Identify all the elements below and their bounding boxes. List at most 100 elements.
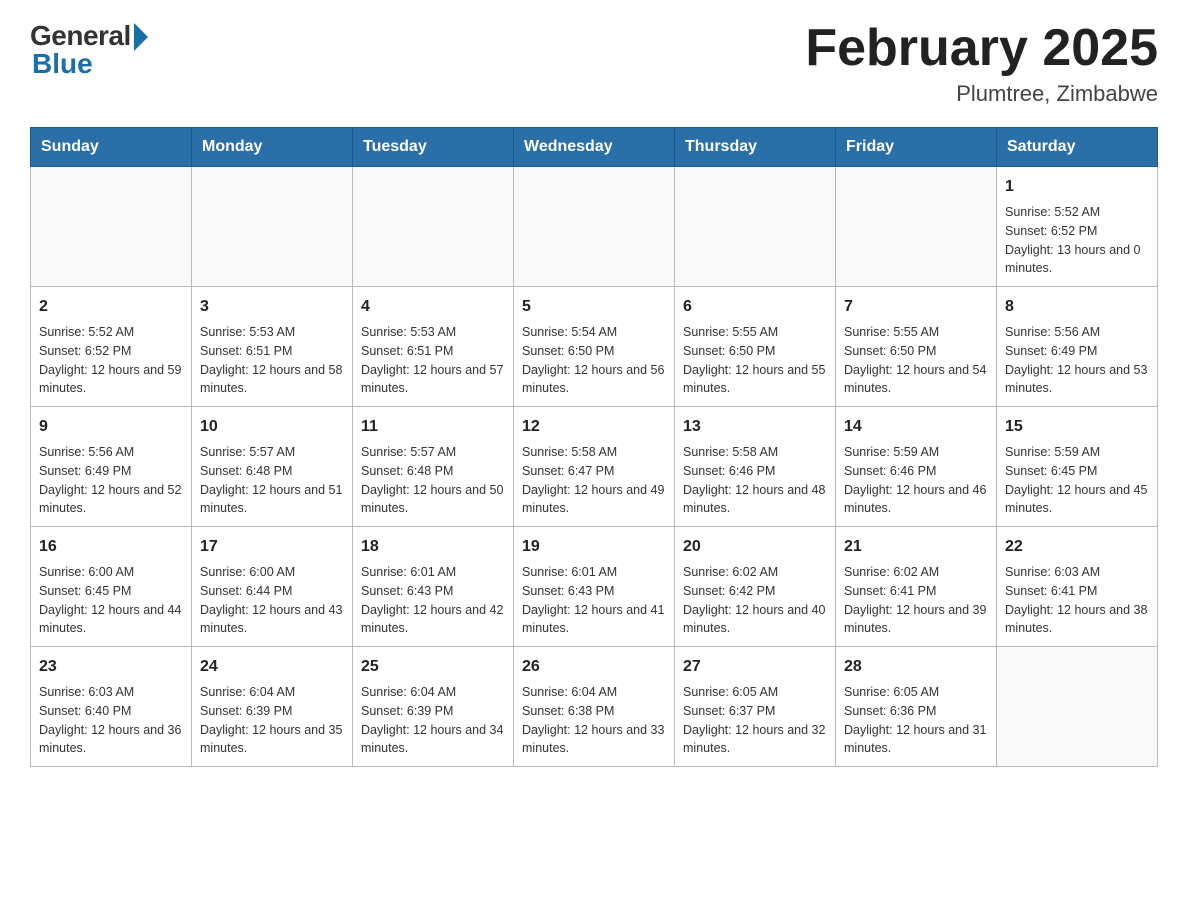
day-info: Sunrise: 6:03 AMSunset: 6:40 PMDaylight:…	[39, 683, 183, 758]
calendar-cell	[836, 167, 997, 287]
calendar-cell	[675, 167, 836, 287]
day-number: 10	[200, 415, 344, 439]
day-number: 1	[1005, 175, 1149, 199]
calendar-cell: 6 Sunrise: 5:55 AMSunset: 6:50 PMDaylight…	[675, 287, 836, 407]
day-number: 25	[361, 655, 505, 679]
logo-blue-text: Blue	[30, 48, 93, 80]
day-number: 13	[683, 415, 827, 439]
calendar-cell: 4 Sunrise: 5:53 AMSunset: 6:51 PMDaylight…	[353, 287, 514, 407]
day-info: Sunrise: 5:55 AMSunset: 6:50 PMDaylight:…	[683, 323, 827, 398]
logo-arrow-icon	[134, 23, 148, 51]
day-number: 21	[844, 535, 988, 559]
day-info: Sunrise: 5:57 AMSunset: 6:48 PMDaylight:…	[200, 443, 344, 518]
day-info: Sunrise: 6:04 AMSunset: 6:39 PMDaylight:…	[200, 683, 344, 758]
day-info: Sunrise: 6:00 AMSunset: 6:44 PMDaylight:…	[200, 563, 344, 638]
day-number: 18	[361, 535, 505, 559]
day-number: 19	[522, 535, 666, 559]
calendar-cell: 2 Sunrise: 5:52 AMSunset: 6:52 PMDaylight…	[31, 287, 192, 407]
calendar-cell: 1 Sunrise: 5:52 AMSunset: 6:52 PMDaylight…	[997, 167, 1158, 287]
calendar-cell: 8 Sunrise: 5:56 AMSunset: 6:49 PMDaylight…	[997, 287, 1158, 407]
day-number: 2	[39, 295, 183, 319]
day-info: Sunrise: 5:59 AMSunset: 6:45 PMDaylight:…	[1005, 443, 1149, 518]
calendar-cell: 19 Sunrise: 6:01 AMSunset: 6:43 PMDayligh…	[514, 527, 675, 647]
calendar-week-5: 23Sunrise: 6:03 AMSunset: 6:40 PMDayligh…	[31, 647, 1158, 767]
day-number: 26	[522, 655, 666, 679]
calendar-cell: 14Sunrise: 5:59 AMSunset: 6:46 PMDayligh…	[836, 407, 997, 527]
calendar-cell: 24 Sunrise: 6:04 AMSunset: 6:39 PMDayligh…	[192, 647, 353, 767]
day-number: 9	[39, 415, 183, 439]
col-sunday: Sunday	[31, 128, 192, 167]
day-info: Sunrise: 5:52 AMSunset: 6:52 PMDaylight:…	[39, 323, 183, 398]
calendar-cell: 20 Sunrise: 6:02 AMSunset: 6:42 PMDayligh…	[675, 527, 836, 647]
col-saturday: Saturday	[997, 128, 1158, 167]
calendar-cell: 21 Sunrise: 6:02 AMSunset: 6:41 PMDayligh…	[836, 527, 997, 647]
day-info: Sunrise: 6:04 AMSunset: 6:38 PMDaylight:…	[522, 683, 666, 758]
day-info: Sunrise: 6:05 AMSunset: 6:37 PMDaylight:…	[683, 683, 827, 758]
day-info: Sunrise: 5:56 AMSunset: 6:49 PMDaylight:…	[1005, 323, 1149, 398]
day-number: 11	[361, 415, 505, 439]
day-info: Sunrise: 6:03 AMSunset: 6:41 PMDaylight:…	[1005, 563, 1149, 638]
calendar-cell: 23Sunrise: 6:03 AMSunset: 6:40 PMDayligh…	[31, 647, 192, 767]
col-tuesday: Tuesday	[353, 128, 514, 167]
col-friday: Friday	[836, 128, 997, 167]
calendar-cell: 17 Sunrise: 6:00 AMSunset: 6:44 PMDayligh…	[192, 527, 353, 647]
calendar-cell	[31, 167, 192, 287]
calendar-cell: 25 Sunrise: 6:04 AMSunset: 6:39 PMDayligh…	[353, 647, 514, 767]
title-block: February 2025 Plumtree, Zimbabwe	[805, 20, 1158, 107]
day-info: Sunrise: 6:01 AMSunset: 6:43 PMDaylight:…	[522, 563, 666, 638]
day-number: 12	[522, 415, 666, 439]
calendar-cell: 5 Sunrise: 5:54 AMSunset: 6:50 PMDaylight…	[514, 287, 675, 407]
calendar-cell: 3Sunrise: 5:53 AMSunset: 6:51 PMDaylight…	[192, 287, 353, 407]
day-number: 17	[200, 535, 344, 559]
page-header: General Blue February 2025 Plumtree, Zim…	[30, 20, 1158, 107]
day-number: 20	[683, 535, 827, 559]
day-info: Sunrise: 5:58 AMSunset: 6:47 PMDaylight:…	[522, 443, 666, 518]
day-number: 14	[844, 415, 988, 439]
day-info: Sunrise: 6:05 AMSunset: 6:36 PMDaylight:…	[844, 683, 988, 758]
day-number: 28	[844, 655, 988, 679]
calendar-week-1: 1 Sunrise: 5:52 AMSunset: 6:52 PMDaylight…	[31, 167, 1158, 287]
calendar-cell: 15 Sunrise: 5:59 AMSunset: 6:45 PMDayligh…	[997, 407, 1158, 527]
calendar-cell: 12 Sunrise: 5:58 AMSunset: 6:47 PMDayligh…	[514, 407, 675, 527]
day-info: Sunrise: 5:52 AMSunset: 6:52 PMDaylight:…	[1005, 203, 1149, 278]
day-info: Sunrise: 6:00 AMSunset: 6:45 PMDaylight:…	[39, 563, 183, 638]
col-thursday: Thursday	[675, 128, 836, 167]
calendar-subtitle: Plumtree, Zimbabwe	[805, 81, 1158, 107]
calendar-cell	[997, 647, 1158, 767]
calendar-cell	[192, 167, 353, 287]
calendar-week-3: 9 Sunrise: 5:56 AMSunset: 6:49 PMDaylight…	[31, 407, 1158, 527]
calendar-cell: 26 Sunrise: 6:04 AMSunset: 6:38 PMDayligh…	[514, 647, 675, 767]
calendar-week-2: 2 Sunrise: 5:52 AMSunset: 6:52 PMDaylight…	[31, 287, 1158, 407]
day-info: Sunrise: 6:02 AMSunset: 6:42 PMDaylight:…	[683, 563, 827, 638]
calendar-cell: 9 Sunrise: 5:56 AMSunset: 6:49 PMDaylight…	[31, 407, 192, 527]
day-info: Sunrise: 5:56 AMSunset: 6:49 PMDaylight:…	[39, 443, 183, 518]
day-number: 15	[1005, 415, 1149, 439]
day-number: 5	[522, 295, 666, 319]
calendar-cell: 27Sunrise: 6:05 AMSunset: 6:37 PMDayligh…	[675, 647, 836, 767]
day-info: Sunrise: 6:01 AMSunset: 6:43 PMDaylight:…	[361, 563, 505, 638]
calendar-cell: 7 Sunrise: 5:55 AMSunset: 6:50 PMDaylight…	[836, 287, 997, 407]
col-wednesday: Wednesday	[514, 128, 675, 167]
day-info: Sunrise: 5:54 AMSunset: 6:50 PMDaylight:…	[522, 323, 666, 398]
day-number: 6	[683, 295, 827, 319]
day-info: Sunrise: 5:53 AMSunset: 6:51 PMDaylight:…	[361, 323, 505, 398]
day-info: Sunrise: 5:57 AMSunset: 6:48 PMDaylight:…	[361, 443, 505, 518]
calendar-cell: 22 Sunrise: 6:03 AMSunset: 6:41 PMDayligh…	[997, 527, 1158, 647]
day-number: 22	[1005, 535, 1149, 559]
calendar-table: Sunday Monday Tuesday Wednesday Thursday…	[30, 127, 1158, 767]
day-number: 24	[200, 655, 344, 679]
calendar-cell: 13 Sunrise: 5:58 AMSunset: 6:46 PMDayligh…	[675, 407, 836, 527]
day-info: Sunrise: 6:04 AMSunset: 6:39 PMDaylight:…	[361, 683, 505, 758]
col-monday: Monday	[192, 128, 353, 167]
day-number: 4	[361, 295, 505, 319]
day-number: 16	[39, 535, 183, 559]
calendar-cell: 18 Sunrise: 6:01 AMSunset: 6:43 PMDayligh…	[353, 527, 514, 647]
day-info: Sunrise: 5:55 AMSunset: 6:50 PMDaylight:…	[844, 323, 988, 398]
day-number: 3	[200, 295, 344, 319]
day-number: 8	[1005, 295, 1149, 319]
day-info: Sunrise: 6:02 AMSunset: 6:41 PMDaylight:…	[844, 563, 988, 638]
calendar-header-row: Sunday Monday Tuesday Wednesday Thursday…	[31, 128, 1158, 167]
day-info: Sunrise: 5:58 AMSunset: 6:46 PMDaylight:…	[683, 443, 827, 518]
day-number: 7	[844, 295, 988, 319]
calendar-cell	[514, 167, 675, 287]
